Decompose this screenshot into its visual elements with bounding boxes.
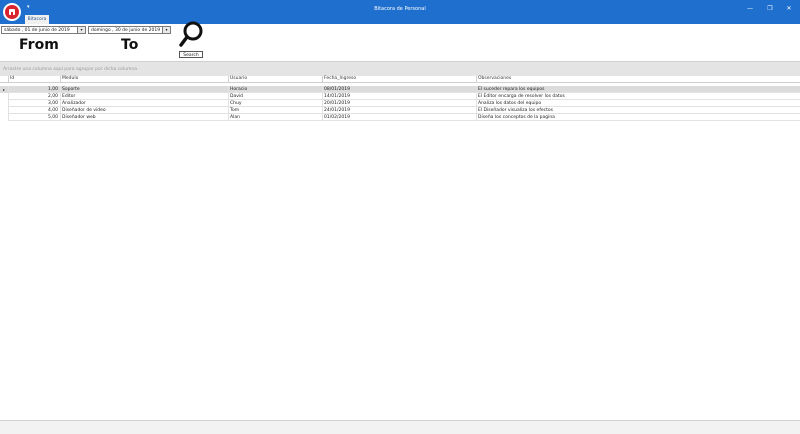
close-button[interactable]: ✕ (782, 4, 796, 14)
cell-usuario[interactable]: Chuy (228, 100, 322, 107)
restore-button[interactable]: ❐ (763, 4, 777, 14)
cell-modulo[interactable]: Diseñador de video (60, 107, 228, 114)
column-header-id[interactable]: Id (8, 76, 60, 82)
search-button[interactable]: Search (179, 51, 203, 58)
column-header-usuario[interactable]: Usuario (228, 76, 322, 82)
cell-observaciones[interactable]: El Editor encarga de resolver los datos (476, 93, 800, 100)
cell-usuario[interactable]: Tom (228, 107, 322, 114)
grid-header: Id Medulo Usuario Fecha_Ingreso Observac… (0, 76, 800, 83)
cell-observaciones[interactable]: El suceder repara los equipos (476, 86, 800, 93)
data-grid[interactable]: Id Medulo Usuario Fecha_Ingreso Observac… (0, 76, 800, 420)
to-date-picker[interactable]: domingo , 30 de junio de 2019 ▾ (88, 26, 171, 34)
cell-observaciones[interactable]: El Diseñador visualiza los efectos (476, 107, 800, 114)
cell-fecha-ingreso[interactable]: 24/01/2019 (322, 107, 476, 114)
table-row[interactable]: 2,00 Editor David 14/01/2019 El Editor e… (0, 93, 800, 100)
group-by-hint: Arrastre una columna aquí para agrupar p… (3, 67, 138, 72)
column-header-observaciones[interactable]: Observaciones (476, 76, 800, 82)
cell-modulo[interactable]: Editor (60, 93, 228, 100)
table-row[interactable]: 5,00 Diseñador web Alan 01/02/2019 Diseñ… (0, 114, 800, 121)
cell-id[interactable]: 1,00 (8, 86, 60, 93)
cell-modulo[interactable]: Analizador (60, 100, 228, 107)
from-label: From (19, 37, 59, 53)
cell-modulo[interactable]: Soporte (60, 86, 228, 93)
status-bar (0, 420, 800, 434)
cell-usuario[interactable]: Horacio (228, 86, 322, 93)
search-icon[interactable] (179, 20, 205, 48)
to-date-value: domingo , 30 de junio de 2019 (91, 28, 161, 33)
cell-usuario[interactable]: Alan (228, 114, 322, 121)
cell-fecha-ingreso[interactable]: 14/01/2019 (322, 93, 476, 100)
to-label: To (121, 37, 139, 53)
from-date-picker[interactable]: sábado , 01 de junio de 2019 ▾ (1, 26, 86, 34)
cell-fecha-ingreso[interactable]: 20/01/2019 (322, 100, 476, 107)
table-row[interactable]: ▸ 1,00 Soporte Horacio 08/01/2019 El suc… (0, 86, 800, 93)
column-header-fecha-ingreso[interactable]: Fecha_Ingreso (322, 76, 476, 82)
cell-id[interactable]: 2,00 (8, 93, 60, 100)
cell-observaciones[interactable]: Diseña los conceptos de la pagina (476, 114, 800, 121)
tab-bitacora[interactable]: Bitacora (25, 15, 49, 24)
minimize-button[interactable]: — (743, 4, 757, 14)
cell-fecha-ingreso[interactable]: 08/01/2019 (322, 86, 476, 93)
cell-observaciones[interactable]: Analiza los datos del equipo (476, 100, 800, 107)
cell-fecha-ingreso[interactable]: 01/02/2019 (322, 114, 476, 121)
cell-usuario[interactable]: David (228, 93, 322, 100)
cell-id[interactable]: 4,00 (8, 107, 60, 114)
table-row[interactable]: 3,00 Analizador Chuy 20/01/2019 Analiza … (0, 100, 800, 107)
group-by-panel[interactable]: Arrastre una columna aquí para agrupar p… (0, 62, 800, 77)
window-title: Bitacora de Personal (374, 6, 426, 12)
cell-modulo[interactable]: Diseñador web (60, 114, 228, 121)
column-header-modulo[interactable]: Medulo (60, 76, 228, 82)
row-indicator-icon: ▸ (2, 87, 5, 92)
cell-id[interactable]: 3,00 (8, 100, 60, 107)
title-bar: ▾ Bitacora de Personal — ❐ ✕ (0, 0, 800, 24)
from-date-value: sábado , 01 de junio de 2019 (4, 28, 70, 33)
to-date-dropdown-icon[interactable]: ▾ (162, 27, 170, 33)
table-row[interactable]: 4,00 Diseñador de video Tom 24/01/2019 E… (0, 107, 800, 114)
cell-id[interactable]: 5,00 (8, 114, 60, 121)
from-date-dropdown-icon[interactable]: ▾ (77, 27, 85, 33)
